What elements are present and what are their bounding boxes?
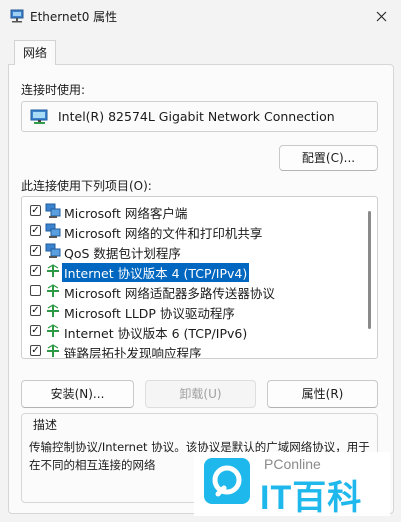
title-bar: Ethernet0 属性 bbox=[0, 0, 401, 32]
network-card-icon bbox=[30, 109, 48, 124]
protocol-icon bbox=[47, 284, 59, 297]
adapter-name: Intel(R) 82574L Gigabit Network Connecti… bbox=[58, 109, 335, 124]
file-share-icon bbox=[45, 223, 61, 238]
item-checkbox[interactable] bbox=[30, 285, 41, 296]
item-label: Internet 协议版本 4 (TCP/IPv4) bbox=[62, 263, 250, 282]
item-checkbox[interactable]: ✓ bbox=[30, 345, 41, 356]
adapter-box: Intel(R) 82574L Gigabit Network Connecti… bbox=[21, 101, 378, 132]
item-checkbox[interactable]: ✓ bbox=[30, 325, 41, 336]
protocol-icon bbox=[47, 324, 59, 337]
install-button[interactable]: 安装(N)... bbox=[21, 380, 134, 408]
configure-button[interactable]: 配置(C)... bbox=[279, 145, 378, 171]
protocol-icon bbox=[47, 264, 59, 277]
item-label: Microsoft 网络客户端 bbox=[64, 206, 188, 221]
close-button[interactable] bbox=[361, 0, 401, 32]
item-label: Microsoft LLDP 协议驱动程序 bbox=[64, 306, 235, 321]
tab-networking[interactable]: 网络 bbox=[14, 40, 57, 65]
item-checkbox[interactable]: ✓ bbox=[30, 205, 41, 216]
list-item[interactable]: ✓ Microsoft 网络客户端 bbox=[22, 201, 362, 221]
item-label: QoS 数据包计划程序 bbox=[64, 246, 181, 261]
components-list[interactable]: ✓ Microsoft 网络客户端 ✓ Microsoft 网络的文件和打印机共… bbox=[21, 196, 378, 359]
components-label: 此连接使用下列项目(O): bbox=[21, 179, 152, 193]
item-label: Internet 协议版本 6 (TCP/IPv6) bbox=[64, 326, 248, 341]
list-item[interactable]: Microsoft 网络适配器多路传送器协议 bbox=[22, 281, 362, 301]
tab-strip: 网络 bbox=[8, 36, 393, 65]
list-item[interactable]: ✓ Microsoft LLDP 协议驱动程序 bbox=[22, 301, 362, 321]
item-label: 链路层拓扑发现响应程序 bbox=[64, 346, 202, 359]
item-checkbox[interactable]: ✓ bbox=[30, 265, 41, 276]
item-checkbox[interactable]: ✓ bbox=[30, 305, 41, 316]
network-adapter-icon bbox=[10, 9, 24, 23]
item-checkbox[interactable]: ✓ bbox=[30, 245, 41, 256]
list-item[interactable]: ✓ Internet 协议版本 6 (TCP/IPv6) bbox=[22, 321, 362, 341]
close-icon bbox=[376, 11, 386, 21]
list-item[interactable]: ✓ Internet 协议版本 4 (TCP/IPv4) bbox=[22, 261, 362, 282]
description-title: 描述 bbox=[31, 416, 60, 433]
watermark-main-text: IT百科 bbox=[260, 479, 363, 517]
protocol-icon bbox=[47, 304, 59, 317]
properties-button[interactable]: 属性(R) bbox=[267, 380, 378, 408]
list-item[interactable]: ✓ Microsoft 网络的文件和打印机共享 bbox=[22, 221, 362, 241]
item-label: Microsoft 网络适配器多路传送器协议 bbox=[64, 286, 275, 301]
pconline-logo-icon bbox=[204, 458, 250, 504]
list-scrollbar[interactable] bbox=[368, 211, 371, 329]
protocol-icon bbox=[47, 344, 59, 357]
uninstall-button[interactable]: 卸载(U) bbox=[145, 380, 256, 408]
network-client-icon bbox=[45, 203, 61, 218]
item-checkbox[interactable]: ✓ bbox=[30, 225, 41, 236]
list-item[interactable]: ✓ 链路层拓扑发现响应程序 bbox=[22, 341, 362, 359]
item-label: Microsoft 网络的文件和打印机共享 bbox=[64, 226, 263, 241]
list-item[interactable]: ✓ QoS 数据包计划程序 bbox=[22, 241, 362, 261]
watermark: PConline IT百科 bbox=[194, 452, 390, 517]
window-title: Ethernet0 属性 bbox=[30, 10, 118, 24]
qos-icon bbox=[45, 243, 61, 258]
connect-using-label: 连接时使用: bbox=[21, 83, 86, 97]
